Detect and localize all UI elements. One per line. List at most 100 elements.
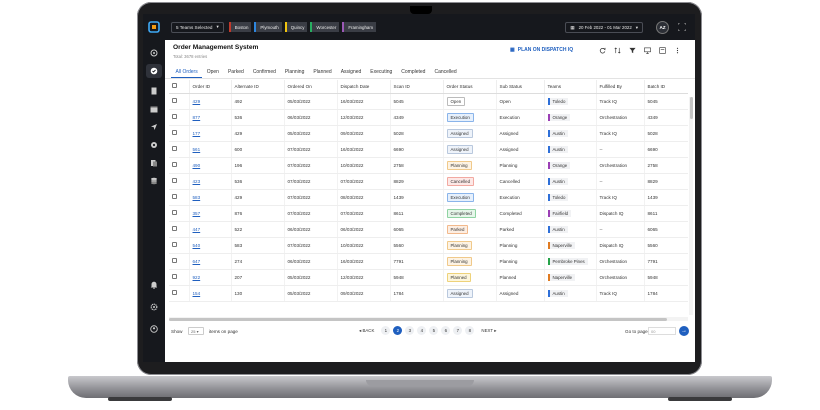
- back-button[interactable]: ◂ BACK: [355, 328, 378, 334]
- page-button-6[interactable]: 6: [441, 326, 451, 335]
- row-checkbox[interactable]: [172, 226, 177, 231]
- row-select-cell[interactable]: [169, 285, 190, 302]
- select-all-header[interactable]: [169, 80, 190, 94]
- orders-icon[interactable]: [149, 86, 159, 96]
- page-button-1[interactable]: 1: [381, 326, 391, 335]
- tab-confirmed[interactable]: Confirmed: [248, 66, 280, 78]
- column-header-order-id[interactable]: Order ID: [189, 80, 232, 94]
- column-header-sub-status[interactable]: Sub Status: [496, 80, 545, 94]
- next-button[interactable]: NEXT ▸: [477, 328, 500, 334]
- column-header-order-status[interactable]: Order Status: [443, 80, 497, 94]
- columns-icon[interactable]: [643, 46, 651, 54]
- row-select-cell[interactable]: [169, 109, 190, 126]
- team-chip-plymouth[interactable]: Plymouth: [254, 22, 282, 32]
- more-icon[interactable]: [673, 46, 681, 54]
- column-header-scan-id[interactable]: Scan ID: [390, 80, 444, 94]
- team-selector[interactable]: 5 Teams Selected ▾: [171, 21, 224, 33]
- order-id-link[interactable]: 177: [193, 131, 201, 136]
- team-chip-framingham[interactable]: Framingham: [342, 22, 376, 32]
- tab-planning[interactable]: Planning: [280, 66, 308, 78]
- order-id-link[interactable]: 647: [193, 259, 201, 264]
- goto-page-input[interactable]: 00: [648, 327, 676, 335]
- row-checkbox[interactable]: [172, 210, 177, 215]
- download-icon[interactable]: [658, 46, 666, 54]
- row-checkbox[interactable]: [172, 274, 177, 279]
- tab-assigned[interactable]: Assigned: [336, 66, 366, 78]
- vertical-scrollbar[interactable]: [689, 97, 693, 315]
- page-size-select[interactable]: 25 ▾: [188, 327, 204, 335]
- page-button-4[interactable]: 4: [417, 326, 427, 335]
- column-header-batch-id[interactable]: Batch ID: [644, 80, 688, 94]
- row-checkbox[interactable]: [172, 178, 177, 183]
- tab-parked[interactable]: Parked: [223, 66, 248, 78]
- calendar-icon[interactable]: [149, 104, 159, 114]
- settings-gear-icon[interactable]: [149, 140, 159, 150]
- tab-cancelled[interactable]: Cancelled: [430, 66, 461, 78]
- page-button-5[interactable]: 5: [429, 326, 439, 335]
- horizontal-scrollbar[interactable]: [169, 317, 688, 321]
- layers-icon[interactable]: [149, 176, 159, 186]
- row-select-cell[interactable]: [169, 205, 190, 222]
- navigation-icon[interactable]: [149, 122, 159, 132]
- orders-active-icon[interactable]: [146, 64, 162, 78]
- refresh-icon[interactable]: [598, 46, 606, 54]
- order-id-link[interactable]: 877: [193, 115, 201, 120]
- order-id-link[interactable]: 490: [193, 163, 201, 168]
- row-select-cell[interactable]: [169, 189, 190, 206]
- dashboard-icon[interactable]: [149, 48, 159, 58]
- bell-icon[interactable]: [149, 280, 159, 290]
- order-id-link[interactable]: 583: [193, 195, 201, 200]
- page-button-2[interactable]: 2: [393, 326, 403, 335]
- row-select-cell[interactable]: [169, 221, 190, 238]
- row-select-cell[interactable]: [169, 237, 190, 254]
- tab-executing[interactable]: Executing: [366, 66, 397, 78]
- row-checkbox[interactable]: [172, 242, 177, 247]
- row-checkbox[interactable]: [172, 162, 177, 167]
- row-select-cell[interactable]: [169, 173, 190, 190]
- order-id-link[interactable]: 922: [193, 275, 201, 280]
- row-checkbox[interactable]: [172, 114, 177, 119]
- order-id-link[interactable]: 423: [193, 179, 201, 184]
- tab-completed[interactable]: Completed: [397, 66, 430, 78]
- row-select-cell[interactable]: [169, 157, 190, 174]
- row-select-cell[interactable]: [169, 93, 190, 110]
- order-id-link[interactable]: 357: [193, 211, 201, 216]
- page-button-8[interactable]: 8: [465, 326, 475, 335]
- row-select-cell[interactable]: [169, 125, 190, 142]
- column-header-ordered-on[interactable]: Ordered On: [284, 80, 338, 94]
- filter-icon[interactable]: [628, 46, 636, 54]
- order-id-link[interactable]: 429: [193, 99, 201, 104]
- tab-all-orders[interactable]: All Orders: [171, 66, 203, 78]
- tab-open[interactable]: Open: [202, 66, 223, 78]
- row-select-cell[interactable]: [169, 141, 190, 158]
- row-checkbox[interactable]: [172, 290, 177, 295]
- order-id-link[interactable]: 154: [193, 291, 201, 296]
- row-checkbox[interactable]: [172, 258, 177, 263]
- column-header-teams[interactable]: Teams: [544, 80, 597, 94]
- column-header-dispatch-date[interactable]: Dispatch Date: [337, 80, 391, 94]
- row-checkbox[interactable]: [172, 194, 177, 199]
- row-select-cell[interactable]: [169, 269, 190, 286]
- hex-logo-icon[interactable]: [143, 14, 165, 40]
- column-header-alternate-id[interactable]: Alternate ID: [231, 80, 285, 94]
- date-range-picker[interactable]: ▦ 20 Feb 2022 - 01 Mar 2022 ▾: [565, 22, 643, 33]
- row-checkbox[interactable]: [172, 146, 177, 151]
- order-id-link[interactable]: 540: [193, 243, 201, 248]
- expand-icon[interactable]: [677, 22, 687, 32]
- page-button-7[interactable]: 7: [453, 326, 463, 335]
- select-all-checkbox[interactable]: [172, 83, 177, 89]
- goto-arrow-button[interactable]: →: [679, 326, 689, 336]
- avatar[interactable]: AZ: [656, 21, 669, 34]
- order-id-link[interactable]: 447: [193, 227, 201, 232]
- order-id-link[interactable]: 561: [193, 147, 201, 152]
- row-checkbox[interactable]: [172, 130, 177, 135]
- row-select-cell[interactable]: [169, 253, 190, 270]
- page-button-3[interactable]: 3: [405, 326, 415, 335]
- user-circle-icon[interactable]: [149, 324, 159, 334]
- row-checkbox[interactable]: [172, 98, 177, 103]
- documents-icon[interactable]: [149, 158, 159, 168]
- plan-on-dispatch-button[interactable]: ▦ PLAN ON DISPATCH IQ: [510, 47, 573, 53]
- team-chip-quincy[interactable]: Quincy: [284, 22, 308, 32]
- team-chip-worcester[interactable]: Worcester: [310, 22, 340, 32]
- cog-icon[interactable]: [149, 302, 159, 312]
